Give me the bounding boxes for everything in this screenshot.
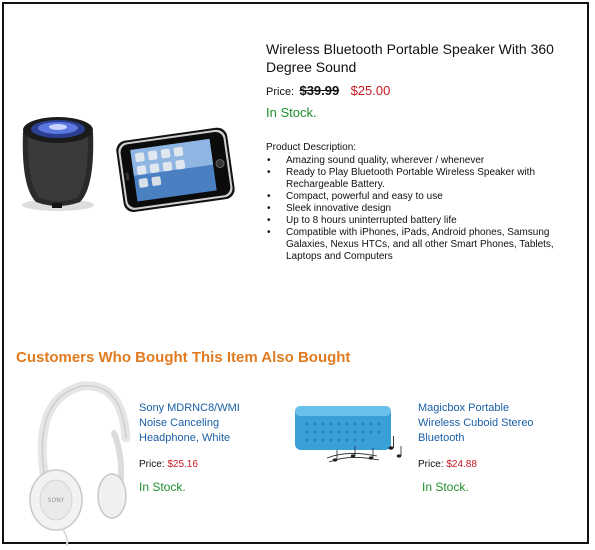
price-label: Price: xyxy=(418,459,444,470)
product-page-frame: Wireless Bluetooth Portable Speaker With… xyxy=(2,2,589,546)
product-link-headphones[interactable]: Sony MDRNC8/WMI Noise Canceling Headphon… xyxy=(139,401,264,446)
price-label: Price: xyxy=(266,86,295,98)
price-row: Price: $39.99 $25.00 xyxy=(266,83,390,98)
item-stock-status: In Stock. xyxy=(422,480,469,494)
description-item: Compatible with iPhones, iPads, Android … xyxy=(266,227,581,263)
original-price: $39.99 xyxy=(299,83,340,98)
also-bought-heading: Customers Who Bought This Item Also Boug… xyxy=(16,349,351,366)
description-item: Compact, powerful and easy to use xyxy=(266,191,581,203)
headphones-product-image[interactable]: SONY xyxy=(22,378,132,546)
description-heading: Product Description: xyxy=(266,142,357,153)
svg-text:SONY: SONY xyxy=(48,497,65,504)
item-price-row: Price: $25.16 xyxy=(139,459,198,470)
product-title: Wireless Bluetooth Portable Speaker With… xyxy=(266,41,554,75)
description-item: Amazing sound quality, wherever / whenev… xyxy=(266,155,581,167)
description-list: Amazing sound quality, wherever / whenev… xyxy=(266,155,581,263)
product-description: Product Description: Amazing sound quali… xyxy=(266,142,581,263)
speaker-product-image[interactable] xyxy=(16,92,241,242)
item-stock-status: In Stock. xyxy=(139,480,186,494)
description-item: Sleek innovative design xyxy=(266,203,581,215)
price-label: Price: xyxy=(139,459,165,470)
item-price: $25.16 xyxy=(167,459,198,470)
description-item: Up to 8 hours uninterrupted battery life xyxy=(266,215,581,227)
item-price: $24.88 xyxy=(446,459,477,470)
item-price-row: Price: $24.88 xyxy=(418,459,477,470)
bluetooth-speaker-product-image[interactable] xyxy=(287,400,405,470)
product-link-bluetooth-speaker[interactable]: Magicbox Portable Wireless Cuboid Stereo… xyxy=(418,401,538,446)
description-item: Ready to Play Bluetooth Portable Wireles… xyxy=(266,167,581,191)
sale-price: $25.00 xyxy=(350,83,391,98)
stock-status: In Stock. xyxy=(266,105,317,120)
